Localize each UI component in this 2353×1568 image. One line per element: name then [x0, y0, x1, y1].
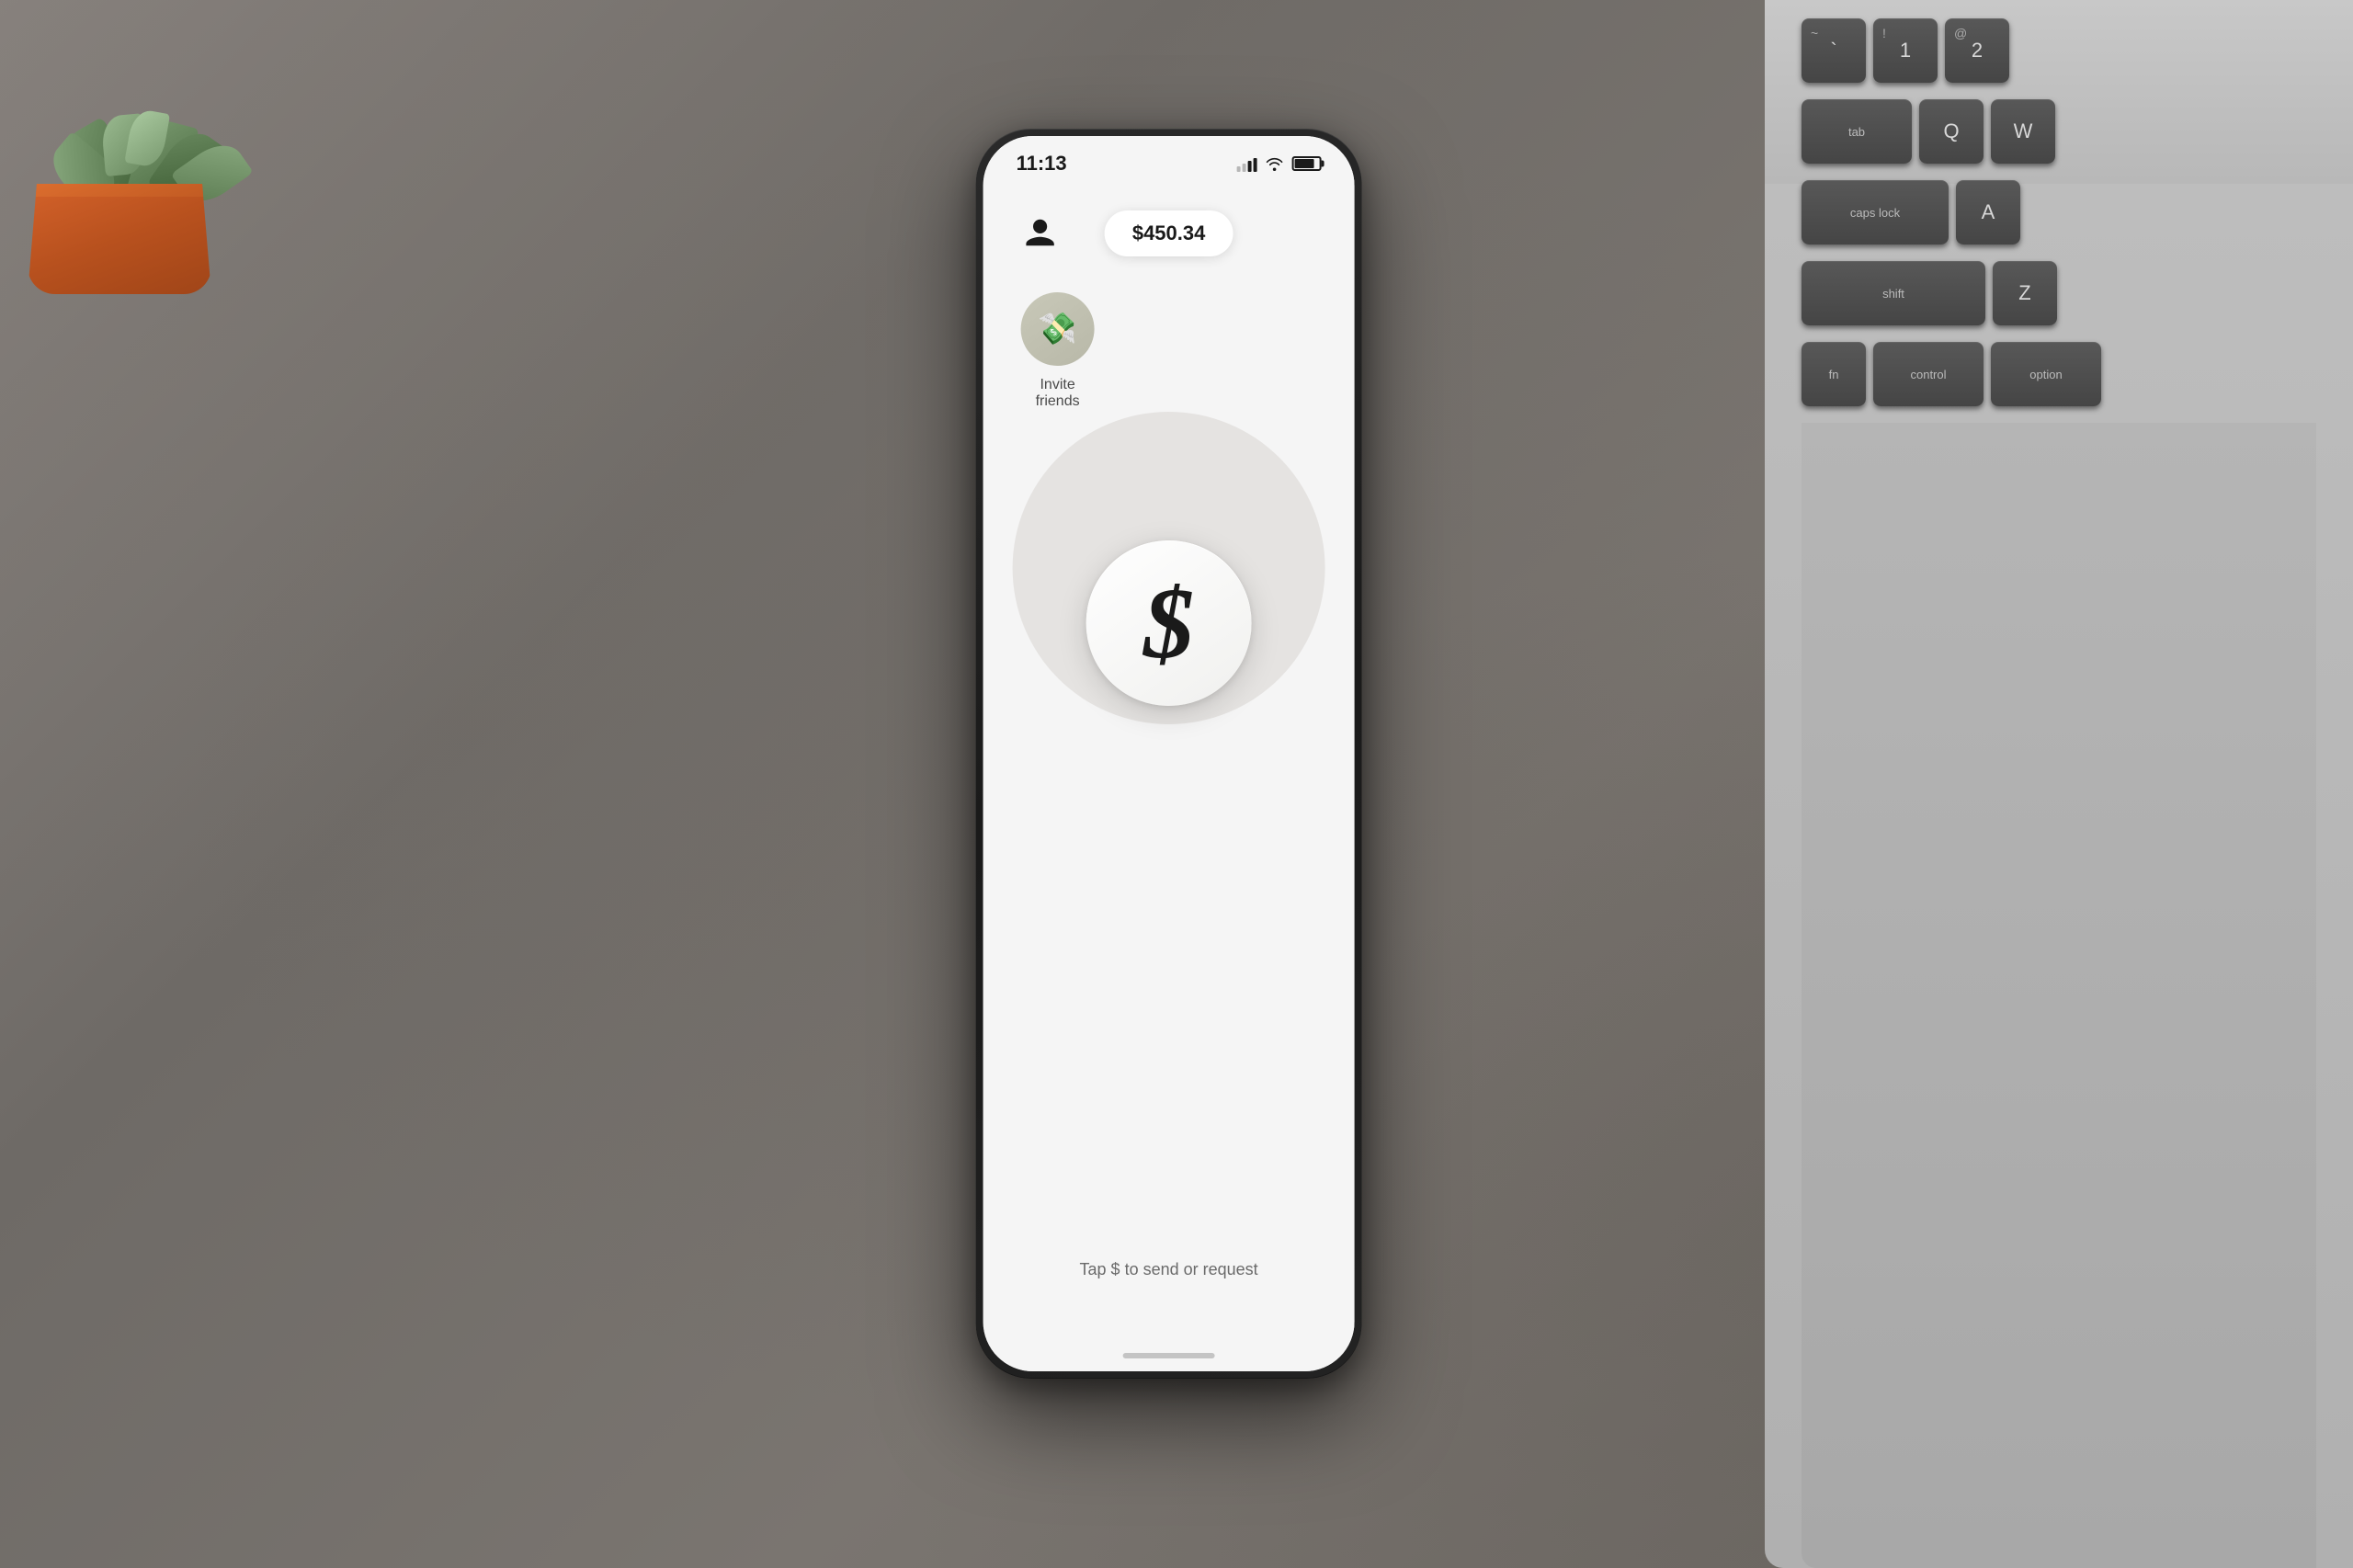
- phone-screen: 11:13: [983, 136, 1355, 1371]
- keyboard-row-1: ~ ` ! 1 @ 2: [1802, 18, 2009, 83]
- signal-strength-icon: [1237, 155, 1257, 172]
- battery-fill: [1295, 159, 1314, 168]
- phone: 11:13: [976, 129, 1362, 1379]
- wifi-icon: [1265, 156, 1285, 171]
- invite-friends-label: Invite friends: [1017, 377, 1099, 410]
- plant-decoration: [0, 0, 294, 312]
- signal-bar-3: [1248, 161, 1252, 172]
- battery-icon: [1292, 156, 1322, 171]
- key-fn[interactable]: fn: [1802, 342, 1866, 406]
- signal-bar-4: [1254, 158, 1257, 172]
- signal-bar-1: [1237, 166, 1241, 172]
- key-tab[interactable]: tab: [1802, 99, 1912, 164]
- keyboard-row-2: tab Q W: [1802, 99, 2055, 164]
- key-control[interactable]: control: [1873, 342, 1984, 406]
- status-icons: [1237, 155, 1322, 172]
- phone-body: 11:13: [976, 129, 1362, 1379]
- key-1[interactable]: ! 1: [1873, 18, 1938, 83]
- key-q[interactable]: Q: [1919, 99, 1984, 164]
- key-capslock[interactable]: caps lock: [1802, 180, 1949, 244]
- laptop-keyboard-area: // This will be rendered via JS below ~ …: [1765, 0, 2353, 1568]
- keyboard-row-3: caps lock A: [1802, 180, 2020, 244]
- money-bag-emoji: 💸: [1038, 311, 1076, 347]
- signal-bar-2: [1243, 164, 1246, 172]
- keyboard-lower-area: [1802, 423, 2316, 1568]
- key-w[interactable]: W: [1991, 99, 2055, 164]
- app-header: $450.34: [983, 210, 1355, 257]
- status-bar: 11:13: [983, 136, 1355, 191]
- person-icon: [1023, 216, 1058, 251]
- key-z[interactable]: Z: [1993, 261, 2057, 325]
- plant-pot: [28, 184, 211, 294]
- invite-friends-section[interactable]: 💸 Invite friends: [1017, 292, 1099, 410]
- key-a[interactable]: A: [1956, 180, 2020, 244]
- home-indicator[interactable]: [1123, 1353, 1215, 1358]
- keyboard-row-5: fn control option: [1802, 342, 2101, 406]
- app-content: $450.34 💸 Invite friends $: [983, 191, 1355, 1371]
- keyboard-row-4: shift Z: [1802, 261, 2057, 325]
- dollar-symbol: $: [1143, 573, 1194, 674]
- dollar-button[interactable]: $: [1086, 540, 1252, 706]
- balance-display[interactable]: $450.34: [1105, 210, 1233, 256]
- key-2[interactable]: @ 2: [1945, 18, 2009, 83]
- key-backtick[interactable]: ~ `: [1802, 18, 1866, 83]
- key-shift[interactable]: shift: [1802, 261, 1985, 325]
- status-time: 11:13: [1017, 152, 1067, 176]
- tap-hint-text: Tap $ to send or request: [983, 1260, 1355, 1279]
- laptop: // This will be rendered via JS below ~ …: [1636, 0, 2353, 1568]
- profile-button[interactable]: [1017, 210, 1064, 257]
- invite-friends-icon[interactable]: 💸: [1021, 292, 1095, 366]
- key-option[interactable]: option: [1991, 342, 2101, 406]
